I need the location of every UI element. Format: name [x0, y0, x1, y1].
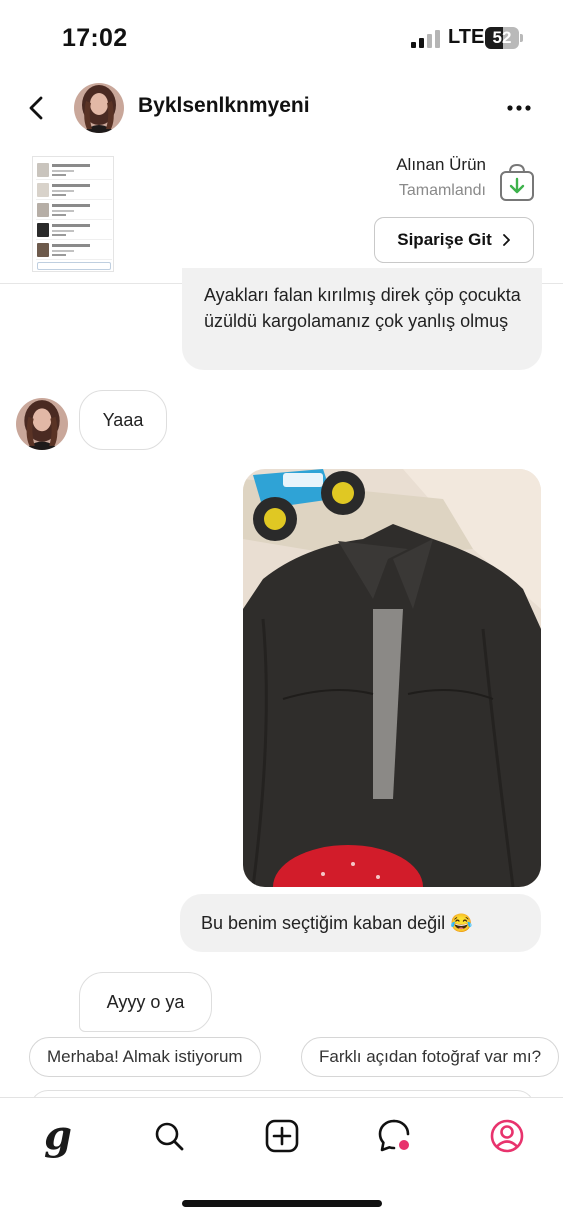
profile-icon [490, 1119, 524, 1153]
chat-username[interactable]: Byklsenlknmyeni [138, 94, 310, 118]
status-time: 17:02 [62, 24, 128, 52]
signal-icon [411, 30, 440, 48]
nav-profile[interactable] [487, 1116, 527, 1156]
back-button[interactable] [20, 90, 52, 126]
quick-replies: Merhaba! Almak istiyorum Farklı açıdan f… [0, 1037, 563, 1079]
more-horizontal-icon [507, 105, 531, 111]
message-bubble-outgoing[interactable]: Bu benim seçtiğim kaban değil 😂 [180, 894, 541, 952]
home-icon: g [44, 1112, 72, 1159]
quick-reply-chip[interactable]: Merhaba! Almak istiyorum [29, 1037, 261, 1077]
avatar-image [74, 83, 124, 133]
nav-messages[interactable] [375, 1116, 415, 1156]
chevron-right-icon [502, 234, 510, 246]
order-thumbnail[interactable] [32, 156, 114, 272]
order-title: Alınan Ürün [396, 155, 486, 174]
nav-search[interactable] [149, 1116, 189, 1156]
chevron-left-icon [29, 96, 43, 120]
chat-header: Byklsenlknmyeni [0, 72, 563, 144]
more-button[interactable] [500, 94, 538, 122]
message-bubble-incoming[interactable]: Ayyy o ya [79, 972, 212, 1032]
go-to-order-button[interactable]: Siparişe Git [374, 217, 534, 263]
battery-level: 52 [492, 28, 512, 47]
home-indicator [182, 1200, 382, 1207]
sender-avatar[interactable] [16, 398, 68, 450]
message-photo[interactable] [243, 469, 541, 887]
shopping-bag-download-icon [500, 163, 534, 201]
message-bubble-outgoing[interactable]: Ayakları falan kırılmış direk çöp çocukt… [182, 268, 542, 370]
battery-icon: 52 [485, 27, 523, 49]
quick-reply-chip[interactable]: Farklı açıdan fotoğraf var mı? [301, 1037, 560, 1077]
search-icon [155, 1122, 184, 1151]
go-to-order-label: Siparişe Git [397, 230, 492, 249]
network-type: LTE [448, 26, 485, 48]
coat-photo-image [243, 469, 541, 887]
order-status: Tamamlandı [398, 182, 486, 199]
order-card: Alınan Ürün Tamamlandı Siparişe Git [0, 146, 563, 284]
nav-home[interactable]: g [38, 1116, 78, 1156]
add-icon [265, 1119, 299, 1153]
nav-add[interactable] [262, 1116, 302, 1156]
status-bar: 17:02 LTE 52 [0, 0, 563, 72]
message-bubble-incoming[interactable]: Yaaa [79, 390, 167, 450]
notification-dot [399, 1140, 409, 1150]
avatar[interactable] [74, 83, 124, 133]
messages-icon [378, 1119, 410, 1152]
avatar-image [16, 398, 68, 450]
